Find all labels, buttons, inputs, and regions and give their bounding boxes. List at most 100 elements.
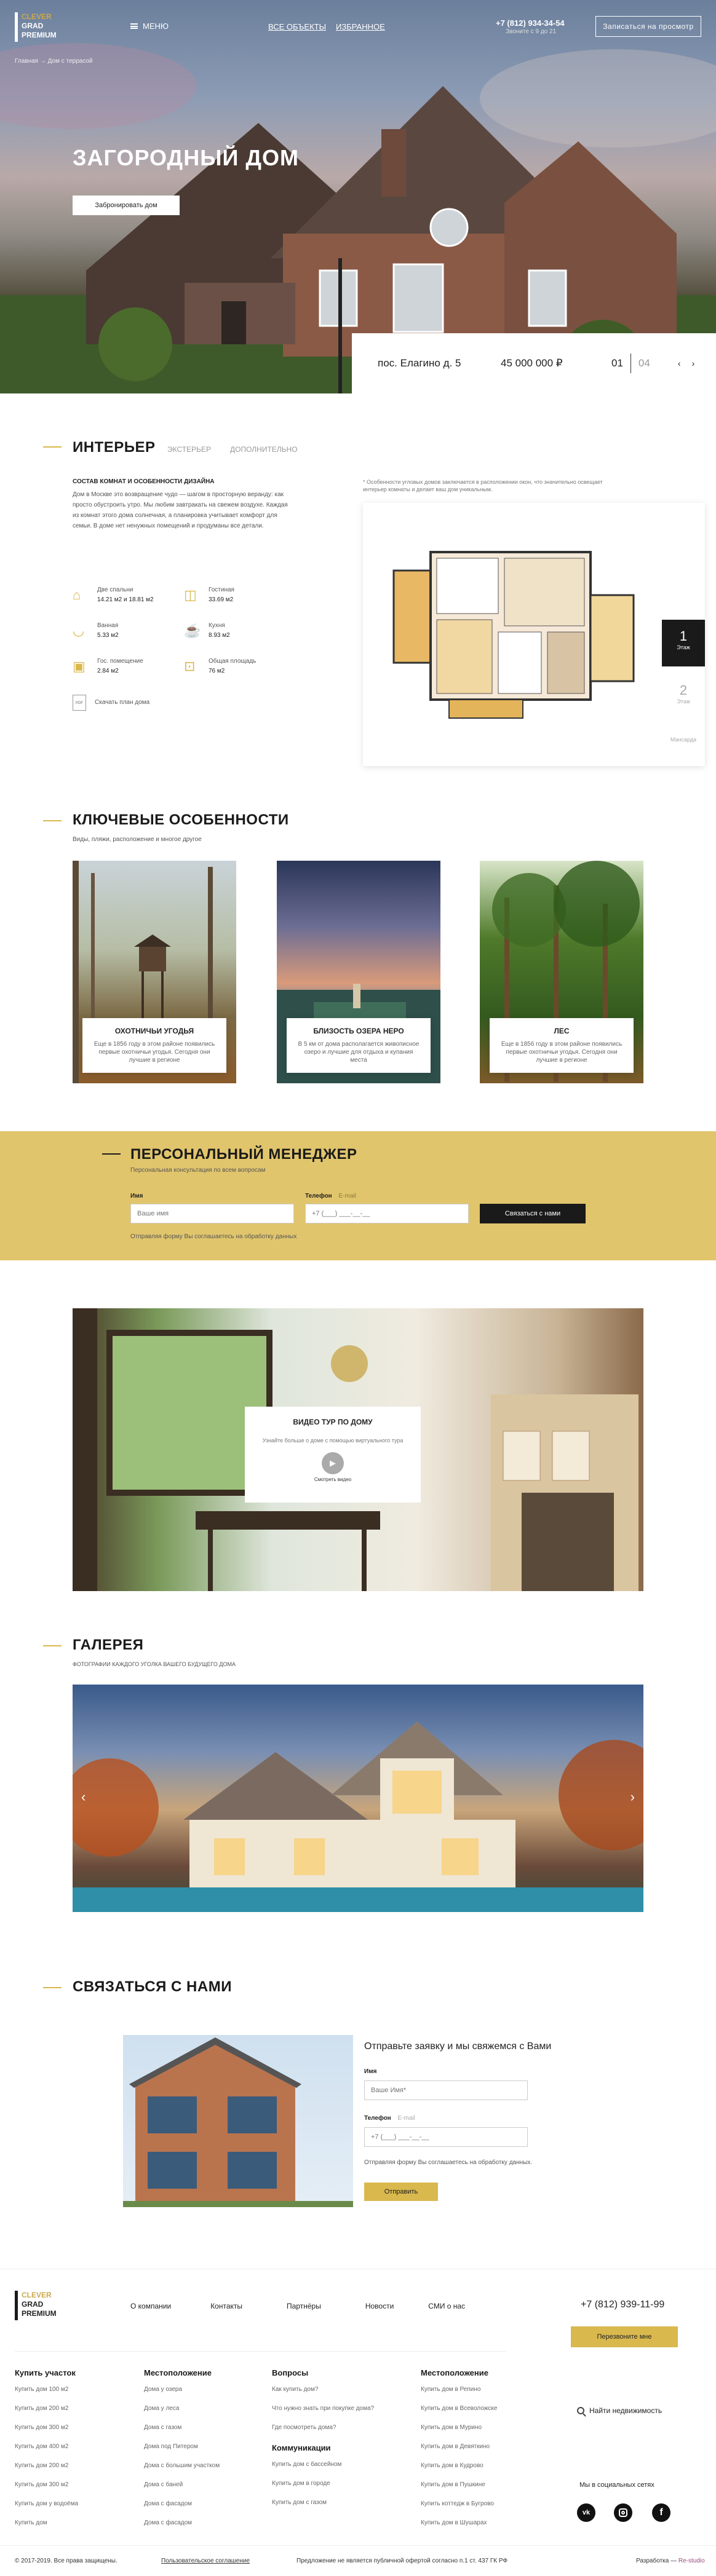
manager-subtitle: Персональная консультация по всем вопрос… (130, 1167, 266, 1174)
footer-link[interactable]: Купить дом с газом (272, 2499, 413, 2506)
footer-link[interactable]: Что нужно знать при покупке дома? (272, 2405, 413, 2412)
mansard-tab[interactable]: Мансарда (662, 737, 705, 743)
floor-2-tab[interactable]: 2 Этаж (662, 674, 705, 721)
header-phone[interactable]: +7 (812) 934-34-54 (496, 18, 565, 28)
footer-link[interactable]: Купить дом в Шушарах (421, 2519, 544, 2526)
footer-link[interactable]: Купить дом 200 м2 (15, 2462, 132, 2469)
footer-link[interactable]: Купить дом в Всеволожске (421, 2405, 544, 2412)
facebook-icon[interactable]: f (652, 2503, 670, 2522)
vk-icon[interactable]: vk (577, 2503, 595, 2522)
prev-arrow-icon[interactable]: ‹ (678, 358, 681, 368)
footer-link[interactable]: Купить дом 200 м2 (15, 2405, 132, 2412)
interior-subhead: СОСТАВ КОМНАТ И ОСОБЕННОСТИ ДИЗАЙНА (73, 478, 215, 485)
logo-line-1: CLEVER (22, 12, 52, 21)
footer-link[interactable]: Купить дом (15, 2519, 132, 2526)
footer-link[interactable]: Купить дом в городе (272, 2480, 413, 2487)
footer-link[interactable]: Как купить дом? (272, 2386, 413, 2393)
reserve-house-button[interactable]: Забронировать дом (73, 196, 180, 215)
footer-link[interactable]: Купить дом 400 м2 (15, 2443, 132, 2450)
bed-icon: ⌂ (73, 587, 81, 603)
footer-nav-contacts[interactable]: Контакты (210, 2302, 242, 2310)
footer-link[interactable]: Где посмотреть дома? (272, 2424, 413, 2431)
contact-us-button[interactable]: Связаться с нами (480, 1204, 586, 1223)
footer-link[interactable]: Дома у леса (144, 2405, 261, 2412)
menu-button[interactable]: МЕНЮ (130, 22, 169, 31)
manager-phone-input[interactable] (305, 1204, 469, 1223)
logo[interactable]: CLEVER GRAD PREMIUM (15, 12, 57, 42)
footer-link[interactable]: Купить дом с бассейном (272, 2461, 413, 2468)
footer-link[interactable]: Купить дом в Мурино (421, 2424, 544, 2431)
instagram-icon[interactable] (614, 2503, 632, 2522)
video-tour-text: Узнайте больше о доме с помощью виртуаль… (262, 1437, 404, 1444)
nav-all-objects[interactable]: ВСЕ ОБЪЕКТЫ (268, 22, 326, 31)
footer-link[interactable]: Купить дом в Репино (421, 2386, 544, 2393)
tab-extras[interactable]: ДОПОЛНИТЕЛЬНО (230, 445, 298, 454)
contact-phone-input[interactable] (364, 2127, 528, 2147)
schedule-viewing-button[interactable]: Записаться на просмотр (595, 16, 701, 37)
footer-link[interactable]: Купить дом 300 м2 (15, 2481, 132, 2488)
nav-favorites[interactable]: ИЗБРАННОЕ (336, 22, 385, 31)
breadcrumb: Главная → Дом с террасой (15, 58, 92, 65)
footer-nav-news[interactable]: Новости (365, 2302, 394, 2310)
footer-nav-about[interactable]: О компании (130, 2302, 171, 2310)
gallery-prev-icon[interactable]: ‹ (81, 1789, 86, 1805)
feature-card-hunting[interactable]: ОХОТНИЧЬИ УГОДЬЯ Еще в 1856 году в этом … (73, 861, 236, 1083)
room-area: 8.93 м2 (209, 632, 230, 639)
footer-logo[interactable]: CLEVER GRAD PREMIUM (15, 2291, 57, 2320)
slide-divider (630, 354, 631, 373)
feature-title: ОХОТНИЧЬИ УГОДЬЯ (114, 1027, 194, 1035)
callback-button[interactable]: Перезвоните мне (571, 2326, 678, 2347)
footer-nav-partners[interactable]: Партнёры (287, 2302, 321, 2310)
footer-link[interactable]: Купить дом 300 м2 (15, 2424, 132, 2431)
submit-button[interactable]: Отправить (364, 2183, 438, 2201)
logo-bar (15, 12, 18, 42)
footer-link[interactable]: Купить дом 100 м2 (15, 2386, 132, 2393)
user-agreement-link[interactable]: Пользовательское соглашение (161, 2558, 250, 2564)
footer-link[interactable]: Купить дом в Девяткино (421, 2443, 544, 2450)
footer-link[interactable]: Дома с газом (144, 2424, 261, 2431)
floor-num: 2 (679, 682, 688, 698)
slide-current: 01 (611, 357, 623, 369)
footer-link[interactable]: Дома с фасадом (144, 2519, 261, 2526)
tab-interior[interactable]: ЭКСТЕРЬЕР (167, 445, 211, 454)
storage-icon: ▣ (73, 658, 86, 674)
feature-card-forest[interactable]: ЛЕС Еще в 1856 году в этом районе появил… (480, 861, 643, 1083)
footer-link[interactable]: Купить дом в Кудрово (421, 2462, 544, 2469)
footer-link[interactable]: Купить коттедж в Бугрово (421, 2500, 544, 2507)
footer-phone[interactable]: +7 (812) 939-11-99 (581, 2299, 664, 2310)
find-property-label: Найти недвижимость (589, 2406, 662, 2415)
footer-col-title: Местоположение (421, 2368, 488, 2377)
hero-price: 45 000 000 ₽ (501, 357, 563, 369)
developer-credit[interactable]: Разработка — Re-studio (636, 2558, 705, 2564)
contact-form-title: Отправьте заявку и мы свяжемся с Вами (364, 2041, 552, 2052)
floor-1-tab[interactable]: 1 Этаж (662, 620, 705, 666)
slide-total: 04 (638, 357, 650, 369)
footer-link[interactable]: Дома у озера (144, 2386, 261, 2393)
plan-note: * Особенности угловых домов заключается … (363, 479, 603, 492)
contact-image (123, 2035, 353, 2207)
footer-nav-media[interactable]: СМИ о нас (428, 2302, 465, 2310)
hero-info-bar: пос. Елагино д. 5 45 000 000 ₽ 01 04 ‹ › (352, 333, 716, 393)
find-property-link[interactable]: Найти недвижимость (577, 2406, 662, 2417)
footer-link[interactable]: Дома с большим участком (144, 2462, 261, 2469)
next-arrow-icon[interactable]: › (692, 358, 695, 368)
contact-name-input[interactable] (364, 2080, 528, 2100)
gallery-next-icon[interactable]: › (630, 1789, 635, 1805)
footer-link[interactable]: Дома с фасадом (144, 2500, 261, 2507)
gallery-subtitle: ФОТОГРАФИИ КАЖДОГО УГОЛКА ВАШЕГО БУДУЩЕГ… (73, 1661, 236, 1667)
floor-label: Этаж (677, 698, 690, 705)
footer-link[interactable]: Дома с баней (144, 2481, 261, 2488)
feature-card-lake[interactable]: БЛИЗОСТЬ ОЗЕРА НЕРО В 5 км от дома распо… (277, 861, 440, 1083)
breadcrumb-home[interactable]: Главная (15, 58, 38, 65)
play-icon[interactable]: ▶ (322, 1452, 344, 1474)
gallery-title: ГАЛЕРЕЯ (73, 1637, 144, 1653)
manager-name-input[interactable] (130, 1204, 294, 1223)
download-plan-link[interactable]: PDF Скачать план дома (73, 695, 295, 711)
play-label[interactable]: Смотреть видео (245, 1477, 421, 1482)
footer-link[interactable]: Дома под Питером (144, 2443, 261, 2450)
footer-col-questions: Вопросы Как купить дом? Что нужно знать … (272, 2368, 413, 2518)
footer-link[interactable]: Купить дом у водоёма (15, 2500, 132, 2507)
footer-link[interactable]: Купить дом в Пушкине (421, 2481, 544, 2488)
room-area: 14.21 м2 и 18.81 м2 (97, 596, 154, 603)
footer-nav: О компании Контакты Партнёры Новости СМИ… (130, 2302, 465, 2310)
